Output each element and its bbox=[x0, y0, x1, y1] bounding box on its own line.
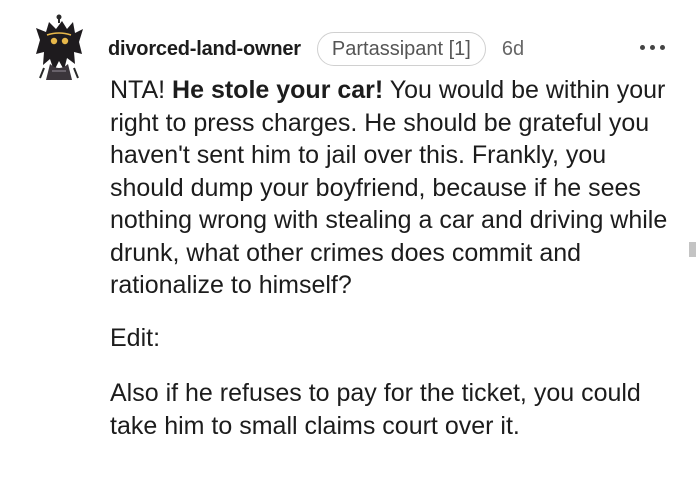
comment-edit-label: Edit: bbox=[110, 323, 161, 352]
user-flair-badge: Partassipant [1] bbox=[316, 32, 486, 66]
avatar-icon bbox=[36, 14, 83, 80]
comment-body: NTA! He stole your car! You would be wit… bbox=[110, 74, 670, 442]
scrollbar-thumb[interactable] bbox=[689, 242, 696, 257]
comment-paragraph: Also if he refuses to pay for the ticket… bbox=[110, 379, 641, 440]
avatar[interactable] bbox=[34, 14, 84, 80]
more-options-button[interactable] bbox=[640, 44, 666, 52]
comment-paragraph: NTA! He stole your car! You would be wit… bbox=[110, 74, 670, 302]
comment-text-rest: You would be within your right to press … bbox=[110, 76, 668, 299]
comment-text-lead: NTA! bbox=[110, 76, 173, 104]
comment-header: divorced-land-owner Partassipant [1] 6d bbox=[108, 31, 524, 67]
comment-text-bold: He stole your car! bbox=[172, 76, 384, 104]
more-horizontal-icon bbox=[640, 45, 645, 50]
username-link[interactable]: divorced-land-owner bbox=[108, 38, 301, 61]
comment-timestamp[interactable]: 6d bbox=[502, 38, 524, 61]
